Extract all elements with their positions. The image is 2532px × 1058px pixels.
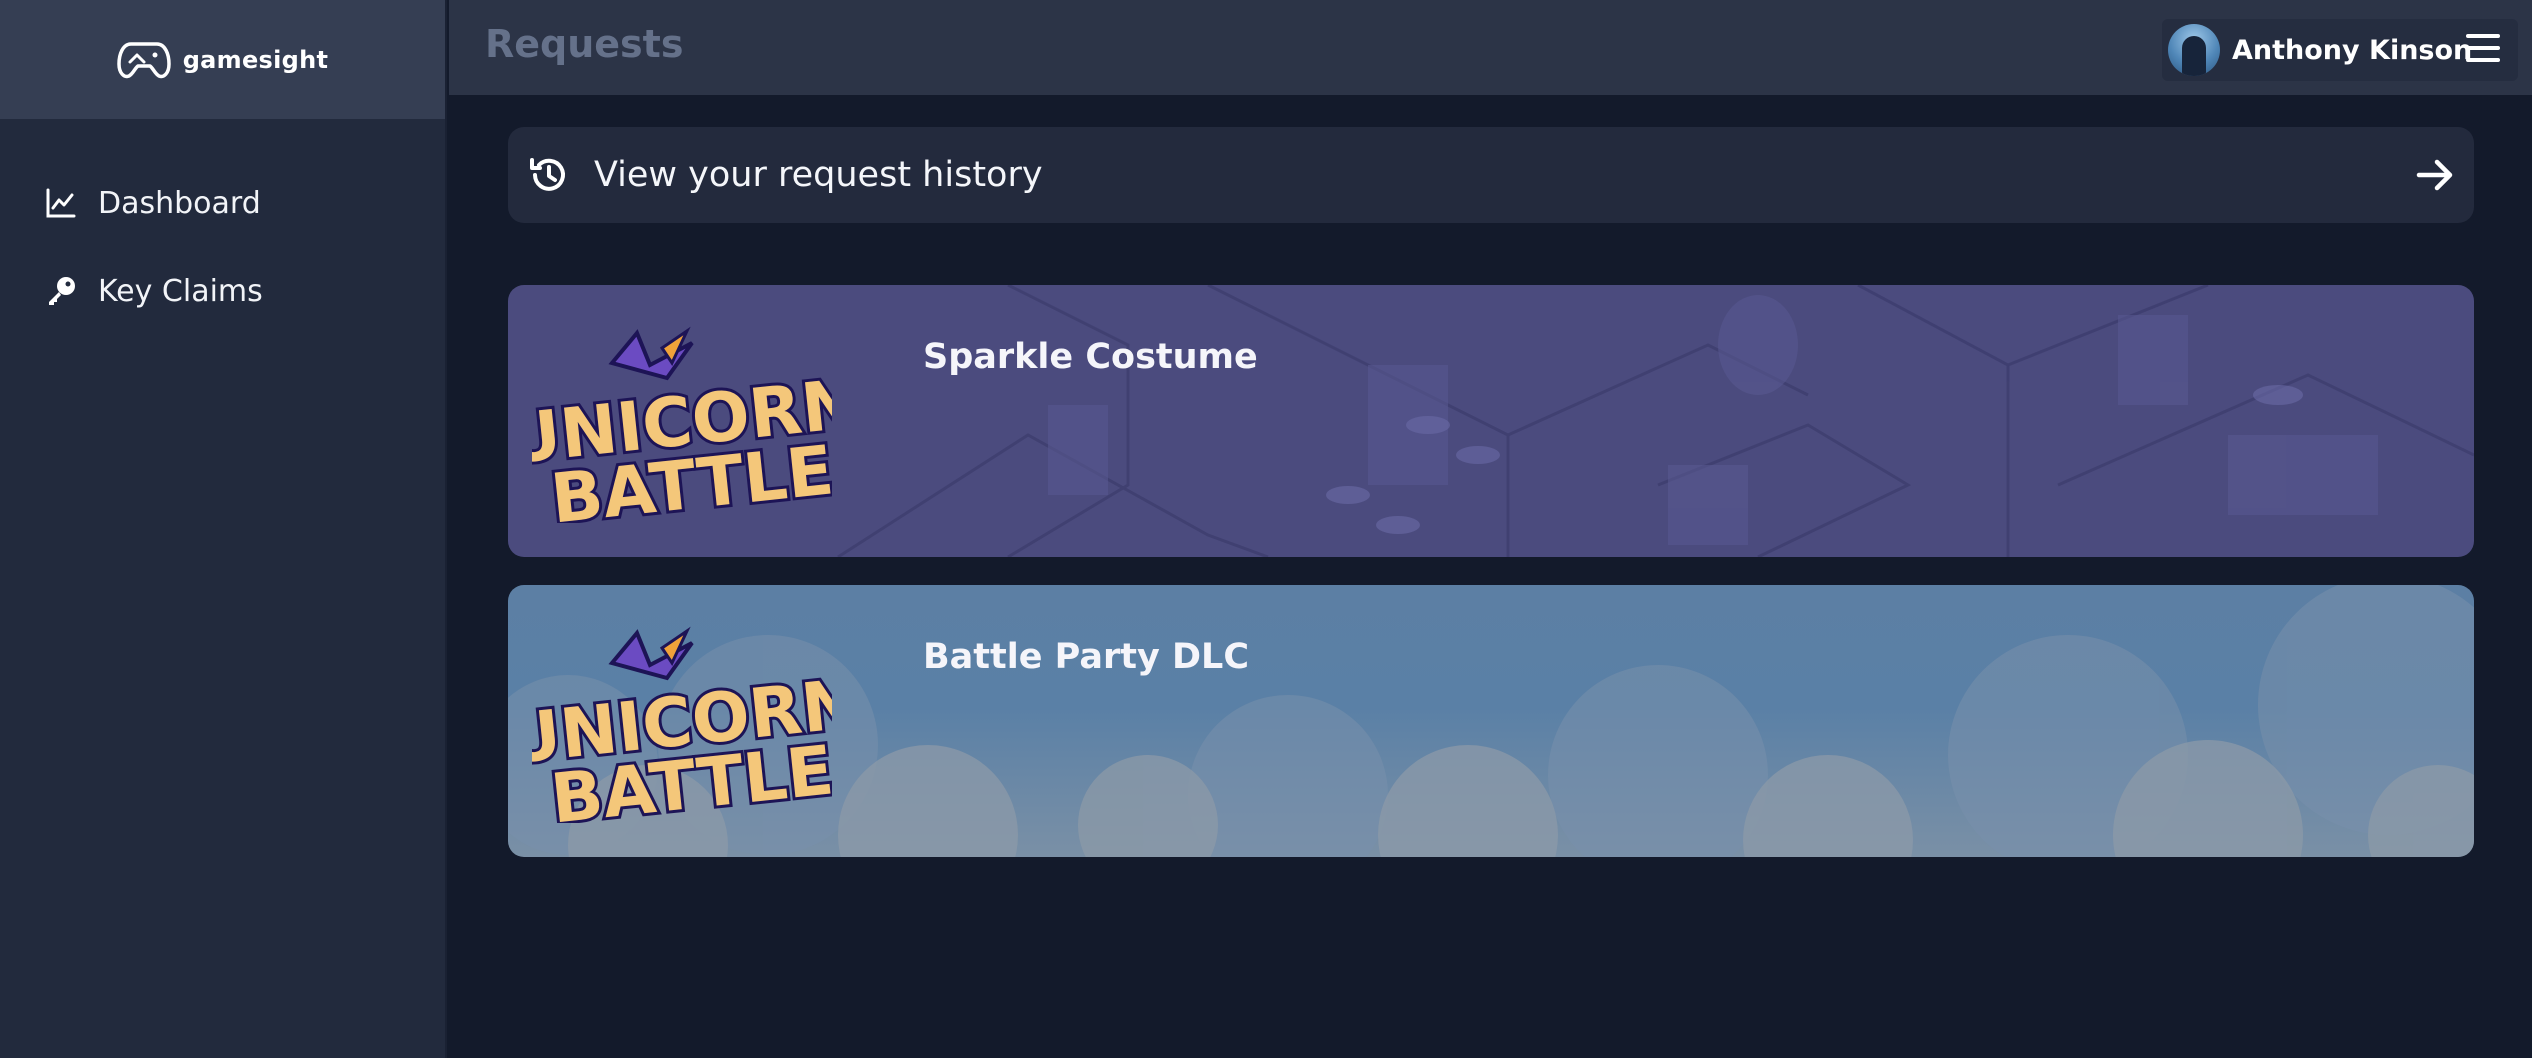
user-name: Anthony Kinson xyxy=(2232,34,2473,66)
unicorn-battle-logo: UNICORN BATTLE xyxy=(532,326,832,523)
request-history-label: View your request history xyxy=(594,155,1043,195)
chart-line-icon xyxy=(46,188,76,218)
avatar xyxy=(2168,24,2220,76)
sidebar-item-dashboard[interactable]: Dashboard xyxy=(0,159,445,247)
unicorn-battle-logo: UNICORN BATTLE xyxy=(532,626,832,823)
request-card[interactable]: UNICORN BATTLE Battle Party DLC xyxy=(508,585,2474,857)
brand-logo[interactable]: gamesight xyxy=(0,0,445,119)
sidebar-item-key-claims[interactable]: Key Claims xyxy=(0,247,445,335)
sidebar: gamesight Dashboard Key Claims xyxy=(0,0,447,1058)
page-title: Requests xyxy=(485,22,684,66)
sidebar-item-label: Dashboard xyxy=(98,185,261,221)
request-card[interactable]: UNICORN BATTLE Sparkle Costume xyxy=(508,285,2474,557)
key-icon xyxy=(49,277,75,305)
card-title: Battle Party DLC xyxy=(923,637,1250,677)
arrow-right-icon[interactable] xyxy=(2416,157,2454,193)
sidebar-nav: Dashboard Key Claims xyxy=(0,119,445,335)
sidebar-item-label: Key Claims xyxy=(98,273,263,309)
user-menu[interactable]: Anthony Kinson xyxy=(2162,19,2518,81)
request-history-link[interactable]: View your request history xyxy=(508,127,2474,223)
gamepad-icon xyxy=(116,41,171,78)
card-title: Sparkle Costume xyxy=(923,337,1258,377)
top-header: Requests Anthony Kinson xyxy=(449,0,2532,95)
hamburger-menu-icon[interactable] xyxy=(2466,34,2500,64)
brand-name: gamesight xyxy=(182,45,329,74)
history-icon xyxy=(530,158,565,191)
